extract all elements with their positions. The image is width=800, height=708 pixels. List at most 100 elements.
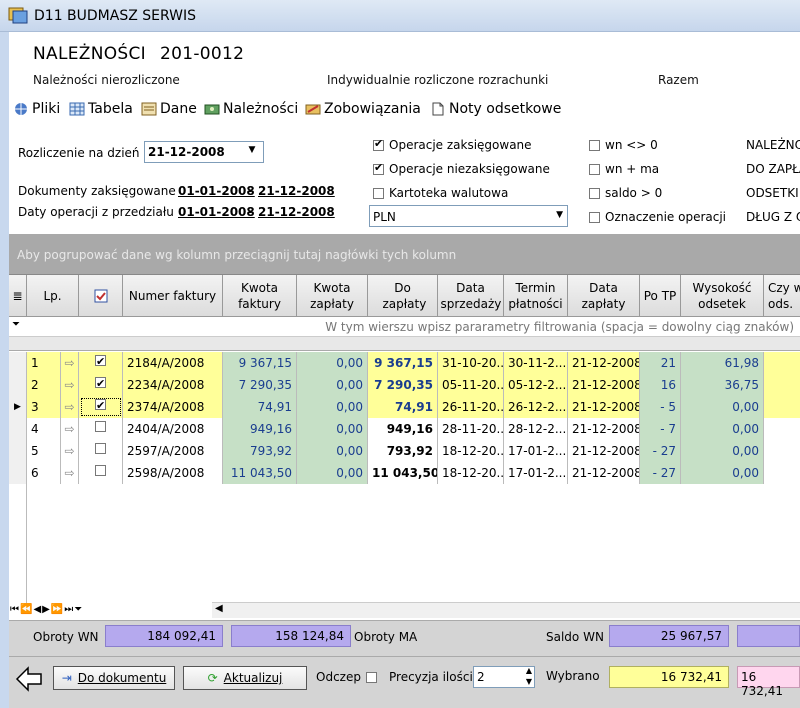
row-indicator[interactable]	[9, 440, 27, 462]
row-indicator[interactable]	[9, 462, 27, 484]
col-after-term[interactable]: Po TP	[640, 275, 681, 317]
filter-row[interactable]: ⏷ W tym wierszu wpisz pararametry filtro…	[9, 317, 800, 337]
col-interest-flag[interactable]: Czy wys. ods.	[764, 275, 800, 317]
row-checkbox[interactable]	[79, 352, 123, 374]
row-checkbox[interactable]	[79, 462, 123, 484]
blank-separator-row	[9, 337, 800, 351]
row-checkbox[interactable]	[79, 374, 123, 396]
chevron-down-icon[interactable]: ▼	[244, 145, 260, 159]
menu-naleznosci[interactable]: Należności	[204, 99, 298, 119]
table-row[interactable]: 4 ⇨ 2404/A/2008 949,16 0,00 949,16 28-11-20...…	[9, 418, 800, 440]
row-indicator[interactable]	[9, 374, 27, 396]
col-interest[interactable]: Wysokość odsetek	[681, 275, 764, 317]
row-arrow-icon: ⇨	[61, 352, 79, 374]
chevron-down-icon[interactable]: ▼	[556, 210, 563, 220]
detach-checkbox[interactable]	[366, 672, 377, 683]
cell-dzap: 21-12-2008	[568, 396, 640, 418]
cell-kf: 793,92	[223, 440, 297, 462]
summary-debt-label: DŁUG Z O	[746, 210, 800, 224]
cell-dz: 9 367,15	[368, 352, 438, 374]
table-row[interactable]: 5 ⇨ 2597/A/2008 793,92 0,00 793,92 18-12-20...…	[9, 440, 800, 462]
cell-num: 2404/A/2008	[123, 418, 223, 440]
row-indicator[interactable]	[9, 352, 27, 374]
table-row[interactable]: 1⇨2184/A/20089 367,150,009 367,1531-10-2…	[9, 352, 800, 374]
summary-interest-label: ODSETKI	[746, 186, 799, 200]
mark-operation-checkbox[interactable]: Oznaczenie operacji	[589, 210, 726, 224]
cell-kf: 74,91	[223, 396, 297, 418]
cell-wo: 61,98	[681, 352, 764, 374]
settle-date-input[interactable]: 21-12-2008 ▼	[144, 141, 264, 163]
cell-ds: 28-11-20...	[438, 418, 504, 440]
precision-spinner[interactable]: 2 ▲ ▼	[473, 666, 535, 688]
menu-noty-odsetkowe[interactable]: Noty odsetkowe	[430, 99, 561, 119]
row-indicator[interactable]	[9, 418, 27, 440]
unbooked-ops-checkbox[interactable]: Operacje niezaksięgowane	[373, 161, 550, 176]
spin-down-icon: ▼	[525, 677, 532, 686]
saldo-positive-checkbox[interactable]: saldo > 0	[589, 186, 662, 200]
record-navigator[interactable]: ⏮⏪◀▶⏩⏭⏷	[10, 604, 83, 615]
update-button[interactable]: ⟳ Aktualizuj	[183, 666, 307, 690]
menu-pliki[interactable]: Pliki	[13, 99, 60, 119]
cell-tp: 17-01-2...	[504, 440, 568, 462]
cell-dzap: 21-12-2008	[568, 374, 640, 396]
cell-wo: 0,00	[681, 462, 764, 484]
table-icon	[69, 102, 85, 116]
totals-bar: Obroty WN 184 092,41 158 124,84 Obroty M…	[9, 620, 800, 656]
cell-kz: 0,00	[297, 462, 368, 484]
currency-file-checkbox[interactable]: Kartoteka walutowa	[373, 186, 508, 200]
table-row[interactable]: 2⇨2234/A/20087 290,350,007 290,3505-11-2…	[9, 374, 800, 396]
cell-po: 16	[640, 374, 681, 396]
row-indicator[interactable]: ▶	[9, 396, 27, 418]
docs-from-date[interactable]: 01-01-2008	[178, 184, 255, 198]
ops-to-date[interactable]: 21-12-2008	[258, 205, 335, 219]
column-chooser-icon[interactable]: ≣	[9, 275, 27, 317]
subtitle-total: Razem	[658, 73, 699, 87]
cell-tp: 28-12-2...	[504, 418, 568, 440]
horizontal-scrollbar[interactable]: ◀	[212, 602, 800, 618]
cell-dzap: 21-12-2008	[568, 418, 640, 440]
wn-plus-ma-checkbox[interactable]: wn + ma	[589, 162, 659, 176]
menu-tabela[interactable]: Tabela	[69, 99, 133, 119]
col-payment-date[interactable]: Data zapłaty	[568, 275, 640, 317]
cell-num: 2597/A/2008	[123, 440, 223, 462]
col-invoice-amount[interactable]: Kwota faktury	[223, 275, 297, 317]
booked-ops-checkbox[interactable]: Operacje zaksięgowane	[373, 137, 532, 152]
menu-zobowiazania[interactable]: Zobowiązania	[305, 99, 421, 119]
back-arrow-icon[interactable]	[15, 666, 43, 692]
cell-interest-flag	[764, 352, 800, 374]
col-lp[interactable]: Lp.	[27, 275, 79, 317]
cell-ds: 31-10-20...	[438, 352, 504, 374]
currency-select[interactable]: PLN ▼	[369, 205, 568, 227]
wn-nonzero-checkbox[interactable]: wn <> 0	[589, 138, 658, 152]
col-to-pay[interactable]: Do zapłaty	[368, 275, 438, 317]
table-row[interactable]: 6 ⇨ 2598/A/2008 11 043,50 0,00 11 043,50 18-12…	[9, 462, 800, 484]
cell-interest-flag	[764, 462, 800, 484]
obroty-wn-value: 184 092,41	[105, 625, 223, 647]
receivables-icon	[204, 104, 220, 115]
col-invoice-number[interactable]: Numer faktury	[123, 275, 223, 317]
col-payment-amount[interactable]: Kwota zapłaty	[297, 275, 368, 317]
obroty-wn-label: Obroty WN	[33, 630, 99, 644]
table-row[interactable]: ▶3⇨2374/A/200874,910,0074,9126-11-20...2…	[9, 396, 800, 418]
row-checkbox[interactable]	[79, 396, 123, 418]
refresh-icon: ⟳	[207, 671, 218, 685]
cell-kz: 0,00	[297, 440, 368, 462]
row-checkbox[interactable]	[79, 440, 123, 462]
ops-from-date[interactable]: 01-01-2008	[178, 205, 255, 219]
selected-label: Wybrano	[546, 669, 600, 683]
go-to-document-button[interactable]: ⇥ Do dokumentu	[53, 666, 175, 690]
col-select-all[interactable]	[79, 275, 123, 317]
cell-wo: 0,00	[681, 418, 764, 440]
col-sale-date[interactable]: Data sprzedaży	[438, 275, 504, 317]
row-checkbox[interactable]	[79, 418, 123, 440]
cell-dz: 74,91	[368, 396, 438, 418]
col-payment-term[interactable]: Termin płatności	[504, 275, 568, 317]
group-by-area[interactable]: Aby pogrupować dane wg kolumn przeciągni…	[9, 234, 800, 274]
cell-num: 2374/A/2008	[123, 396, 223, 418]
page-title: NALEŻNOŚCI 201-0012	[33, 44, 245, 64]
docs-booked-label: Dokumenty zaksięgowane	[18, 184, 176, 198]
receivables-grid: ≣ Lp. Numer faktury Kwota faktury Kwota …	[9, 274, 800, 603]
cell-wo: 36,75	[681, 374, 764, 396]
menu-dane[interactable]: Dane	[141, 99, 197, 119]
docs-to-date[interactable]: 21-12-2008	[258, 184, 335, 198]
